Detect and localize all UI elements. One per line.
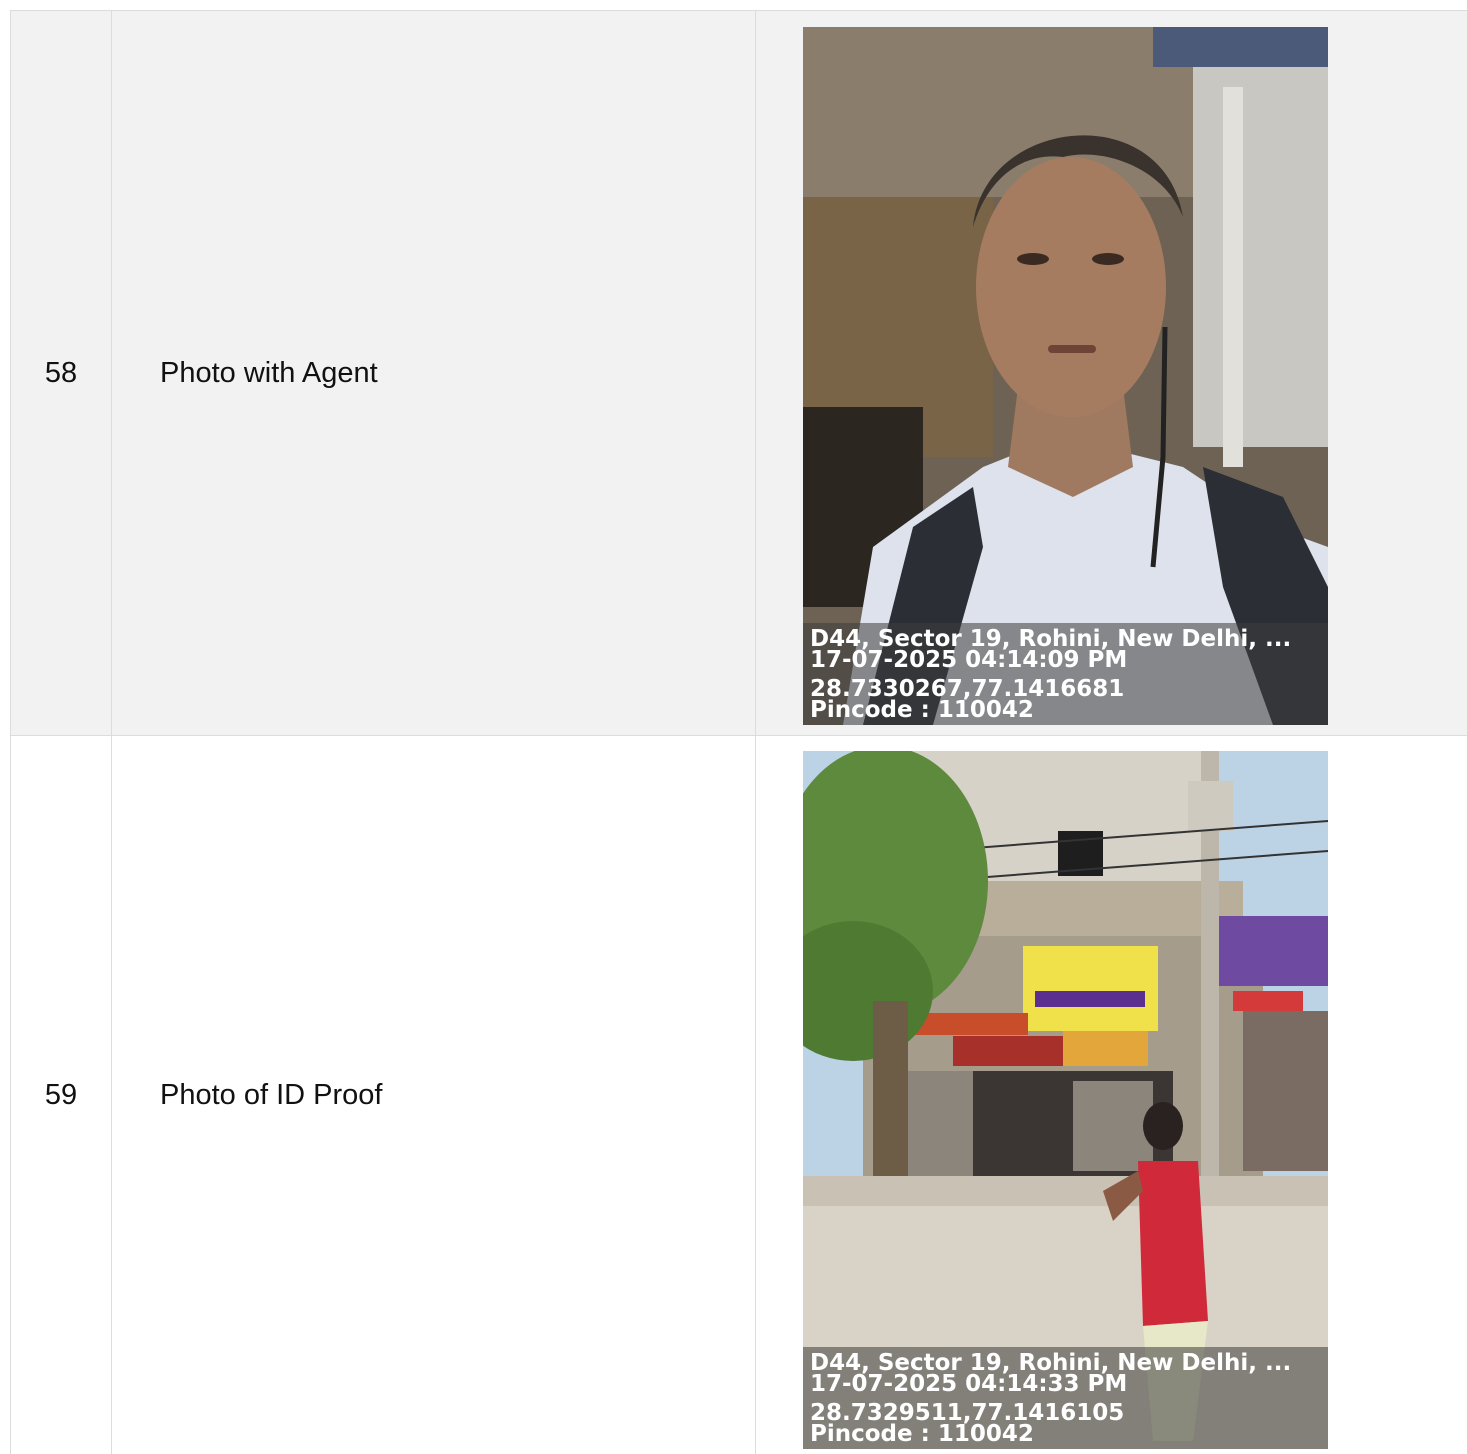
stamp-pincode: Pincode : 110042 <box>810 1421 1034 1447</box>
geo-stamp-overlay: D44, Sector 19, Rohini, New Delhi, ... 1… <box>803 1347 1328 1449</box>
street-shopfront-photo[interactable]: D44, Sector 19, Rohini, New Delhi, ... 1… <box>803 751 1328 1449</box>
agent-selfie-photo[interactable]: D44, Sector 19, Rohini, New Delhi, ... 1… <box>803 27 1328 725</box>
table-row: 59 Photo of ID Proof D44, Sector 19, Roh… <box>10 736 1467 1454</box>
photo-table: 58 Photo with Agent D44, Sector 19, Rohi… <box>10 10 1467 1454</box>
row-label: Photo with Agent <box>112 11 756 735</box>
street-shopfront-image <box>803 751 1328 1449</box>
photo-cell: D44, Sector 19, Rohini, New Delhi, ... 1… <box>756 736 1467 1454</box>
photo-cell: D44, Sector 19, Rohini, New Delhi, ... 1… <box>756 11 1467 735</box>
row-number: 59 <box>10 736 112 1454</box>
row-number: 58 <box>10 11 112 735</box>
stamp-datetime: 17-07-2025 04:14:09 PM <box>810 647 1128 673</box>
stamp-pincode: Pincode : 110042 <box>810 697 1034 723</box>
agent-selfie-image <box>803 27 1328 725</box>
table-row: 58 Photo with Agent D44, Sector 19, Rohi… <box>10 11 1467 736</box>
stamp-datetime: 17-07-2025 04:14:33 PM <box>810 1371 1128 1397</box>
row-label: Photo of ID Proof <box>112 736 756 1454</box>
geo-stamp-overlay: D44, Sector 19, Rohini, New Delhi, ... 1… <box>803 623 1328 725</box>
